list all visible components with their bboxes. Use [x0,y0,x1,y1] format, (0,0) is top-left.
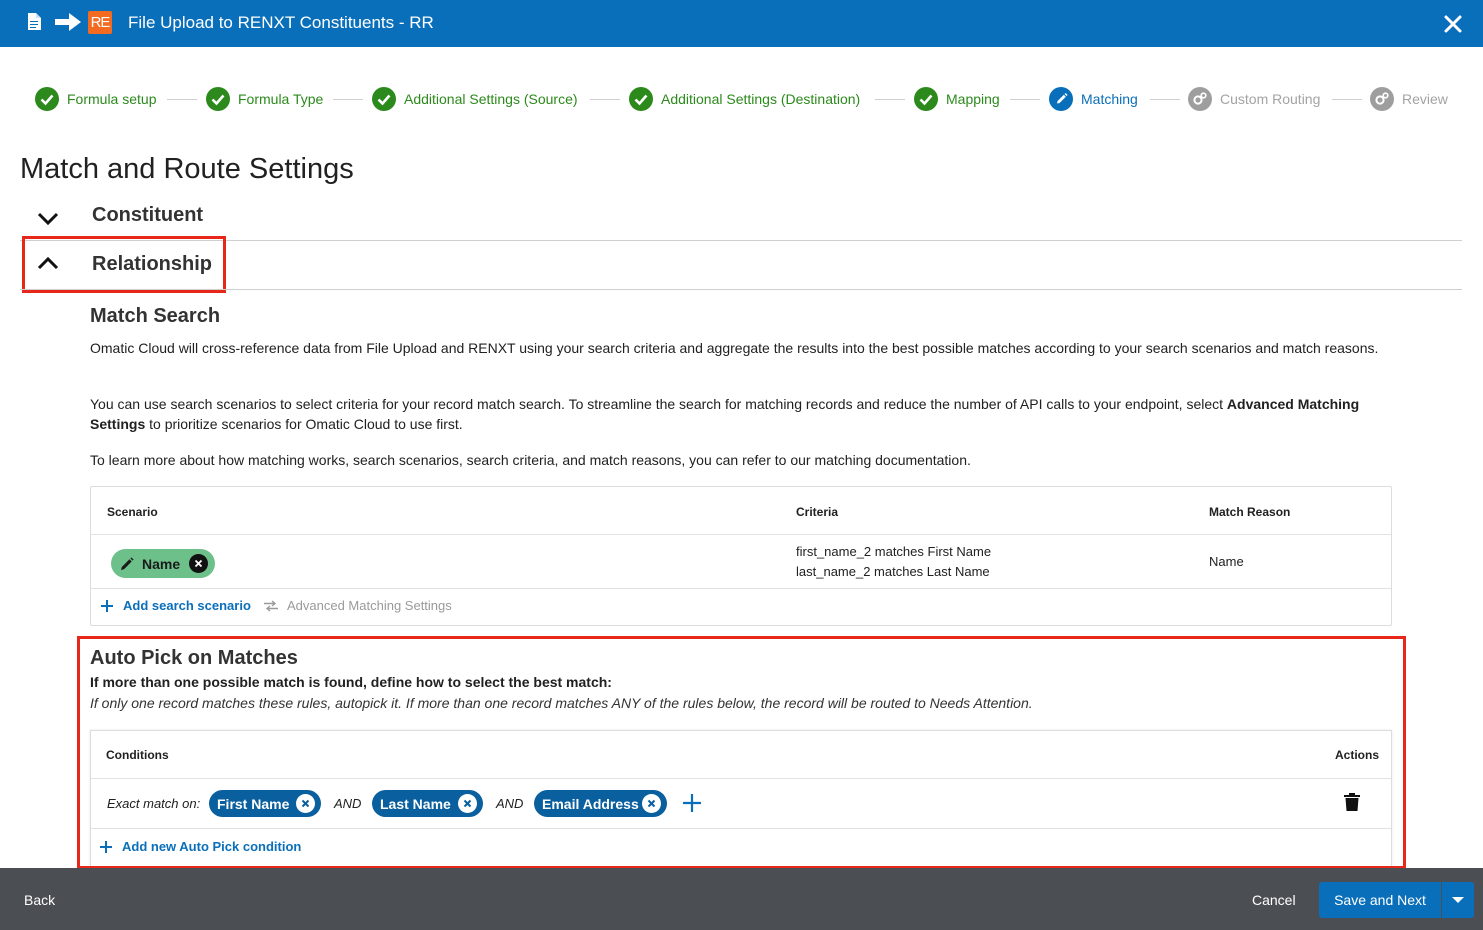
step-matching[interactable]: Matching [1049,86,1138,112]
document-icon [28,13,41,30]
step-additional-settings-source[interactable]: Additional Settings (Source) [372,86,578,112]
divider [20,289,1462,290]
scenario-chip-label: Name [142,555,181,572]
save-options-dropdown[interactable] [1442,882,1474,918]
page-title: Match and Route Settings [20,153,354,185]
plus-icon [101,599,113,612]
check-icon [206,87,230,111]
step-label: Formula Type [238,91,324,107]
step-mapping[interactable]: Mapping [914,86,1000,112]
step-label: Review [1402,91,1448,107]
remove-scenario-icon[interactable] [189,554,208,573]
column-header-criteria: Criteria [796,505,839,519]
step-label: Custom Routing [1220,91,1321,107]
add-search-scenario-label: Add search scenario [123,598,251,613]
criteria-line-1: first_name_2 matches First Name [796,544,992,559]
step-connector [875,99,905,100]
step-label: Mapping [946,91,1000,107]
step-label: Additional Settings (Destination) [661,91,861,107]
step-additional-settings-destination[interactable]: Additional Settings (Destination) [629,86,860,112]
footer-bar: Back Cancel Save and Next [0,868,1483,930]
match-search-description: Omatic Cloud will cross-reference data f… [90,340,1379,356]
window-title: File Upload to RENXT Constituents - RR [128,13,434,32]
renxt-logo: RE [88,11,112,34]
advanced-note-text: You can use search scenarios to select c… [90,396,1227,412]
check-icon [372,87,396,111]
check-icon [914,87,938,111]
add-search-scenario-button[interactable]: Add search scenario [101,598,251,613]
swap-icon [264,599,278,612]
advanced-note-text-end: to prioritize scenarios for Omatic Cloud… [145,416,463,432]
divider [91,588,1391,589]
highlight-box-relationship [22,236,226,293]
gears-icon [1188,87,1212,111]
advanced-matching-settings-label: Advanced Matching Settings [287,598,452,613]
step-connector [1010,99,1040,100]
step-review[interactable]: Review [1370,86,1448,112]
column-header-scenario: Scenario [107,505,158,519]
pencil-icon [121,556,134,570]
check-icon [35,87,59,111]
step-formula-type[interactable]: Formula Type [206,86,323,112]
step-label: Matching [1081,91,1138,107]
step-connector [1150,99,1180,100]
divider [91,534,1391,535]
step-formula-setup[interactable]: Formula setup [35,86,156,112]
divider [20,240,1462,241]
advanced-matching-settings-button[interactable]: Advanced Matching Settings [264,598,452,613]
scenario-table: Scenario Criteria Match Reason Name firs… [90,486,1392,626]
arrow-right-icon [55,13,81,31]
pencil-icon [1049,87,1073,111]
step-label: Formula setup [67,91,157,107]
back-button[interactable]: Back [24,892,55,908]
section-constituent-label[interactable]: Constituent [92,204,203,227]
check-icon [629,87,653,111]
step-connector [1332,99,1362,100]
chevron-down-icon[interactable] [36,210,60,226]
step-custom-routing[interactable]: Custom Routing [1188,86,1320,112]
match-search-docs-note: To learn more about how matching works, … [90,452,971,468]
gears-icon [1370,87,1394,111]
title-bar: RE File Upload to RENXT Constituents - R… [0,0,1483,47]
match-reason-cell: Name [1209,554,1244,569]
section-constituent[interactable]: Constituent [0,194,1483,240]
step-connector [167,99,197,100]
highlight-box-auto-pick [77,636,1406,869]
caret-down-icon [1452,897,1464,903]
scenario-chip[interactable]: Name [111,549,215,578]
column-header-match-reason: Match Reason [1209,505,1291,519]
save-and-next-button[interactable]: Save and Next [1319,882,1441,918]
step-connector [333,99,363,100]
step-label: Additional Settings (Source) [404,91,578,107]
match-search-heading: Match Search [90,305,221,327]
close-icon[interactable] [1440,11,1466,37]
wizard-stepper: Formula setup Formula Type Additional Se… [0,80,1483,116]
step-connector [590,99,620,100]
criteria-line-2: last_name_2 matches Last Name [796,564,990,579]
match-search-advanced-note: You can use search scenarios to select c… [90,394,1380,434]
cancel-button[interactable]: Cancel [1252,892,1296,908]
